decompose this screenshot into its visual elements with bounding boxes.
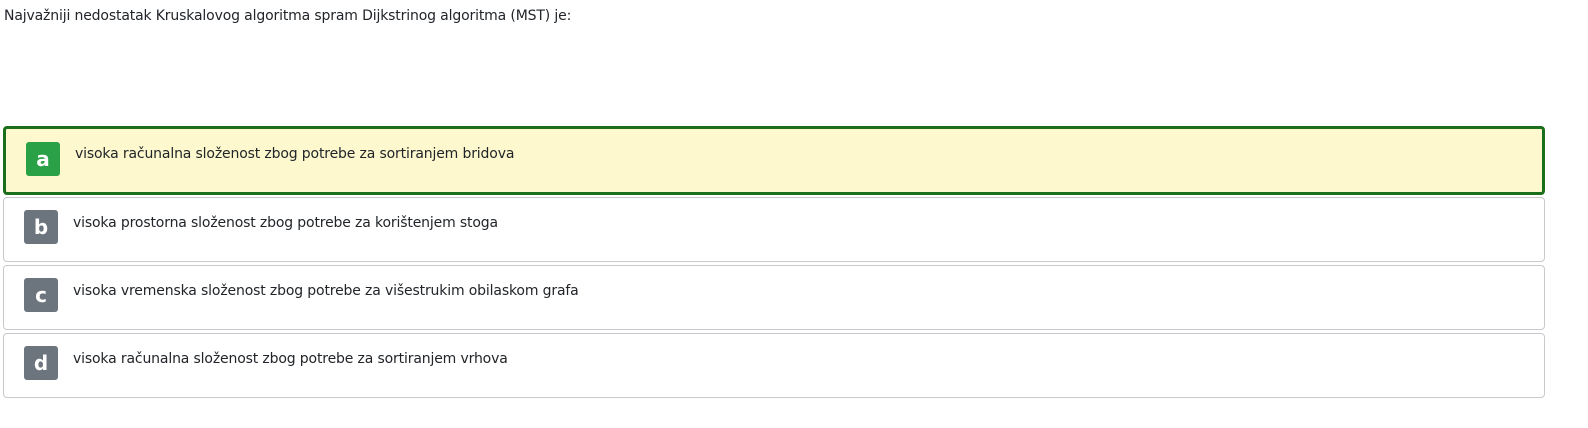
answer-text: visoka prostorna složenost zbog potrebe … — [73, 215, 498, 231]
answer-letter-badge: c — [24, 278, 58, 312]
answer-option-a[interactable]: a visoka računalna složenost zbog potreb… — [3, 126, 1545, 195]
answer-text: visoka računalna složenost zbog potrebe … — [75, 146, 515, 162]
answer-text: visoka vremenska složenost zbog potrebe … — [73, 283, 579, 299]
answer-letter-badge: b — [24, 210, 58, 244]
question-text: Najvažniji nedostatak Kruskalovog algori… — [4, 8, 572, 24]
answer-option-c[interactable]: c visoka vremenska složenost zbog potreb… — [3, 265, 1545, 330]
answer-letter-badge: a — [26, 142, 60, 176]
answer-option-d[interactable]: d visoka računalna složenost zbog potreb… — [3, 333, 1545, 398]
answer-option-b[interactable]: b visoka prostorna složenost zbog potreb… — [3, 197, 1545, 262]
answer-letter-badge: d — [24, 346, 58, 380]
answer-list: a visoka računalna složenost zbog potreb… — [3, 126, 1545, 401]
answer-text: visoka računalna složenost zbog potrebe … — [73, 351, 508, 367]
